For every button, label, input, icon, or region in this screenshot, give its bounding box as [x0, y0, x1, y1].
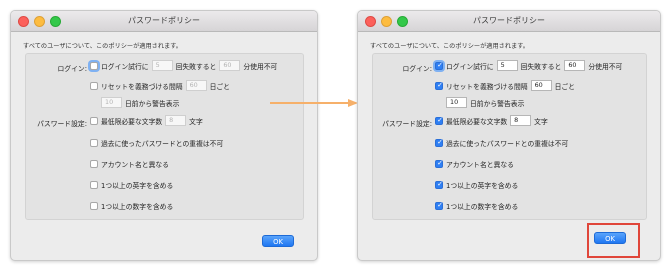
title-bar: パスワードポリシー — [11, 11, 317, 32]
login-fail-text: 回失敗すると — [520, 62, 562, 71]
ok-button[interactable]: OK — [262, 235, 294, 247]
one-digit-row: 1つ以上の数字を含める — [90, 201, 173, 211]
login-label: ログイン: — [57, 65, 87, 73]
no-reuse-row: 過去に使ったパスワードとの重複は不可 — [90, 138, 223, 148]
differ-account-checkbox[interactable] — [90, 160, 98, 168]
reset-interval-field[interactable]: 60 — [530, 80, 552, 91]
warning-days-field[interactable]: 10 — [101, 97, 122, 108]
no-reuse-row: 過去に使ったパスワードとの重複は不可 — [435, 138, 568, 148]
warning-row: 10 日前から警告表示 — [446, 97, 524, 108]
min-length-text: 最低限必要な文字数 — [446, 117, 508, 126]
reset-interval-row: リセットを義務づける間隔 60 日ごと — [435, 80, 575, 91]
reset-interval-text: リセットを義務づける間隔 — [446, 82, 528, 91]
differ-account-checkbox[interactable] — [435, 159, 444, 168]
reset-interval-checkbox[interactable] — [90, 81, 98, 90]
reset-interval-checkbox[interactable] — [435, 81, 444, 90]
no-reuse-text: 過去に使ったパスワードとの重複は不可 — [446, 140, 569, 148]
min-length-unit: 文字 — [534, 117, 548, 126]
policy-note: すべてのユーザについて、このポリシーが適用されます。 — [370, 43, 529, 50]
min-length-field[interactable]: 8 — [165, 115, 187, 126]
login-attempts-field[interactable]: 5 — [151, 60, 173, 71]
no-reuse-text: 過去に使ったパスワードとの重複は不可 — [101, 140, 224, 148]
login-attempts-row: ログイン試行に 5 回失敗すると 60 分使用不可 — [435, 60, 622, 71]
password-settings-label: パスワード設定: — [382, 120, 432, 128]
differ-account-text: アカウント名と異なる — [101, 161, 169, 169]
reset-interval-row: リセットを義務づける間隔 60 日ごと — [90, 80, 230, 91]
dialog-title: パスワードポリシー — [128, 16, 200, 25]
policy-panel: ログイン: ログイン試行に 5 回失敗すると 60 分使用不可 リセットを義務づ… — [25, 53, 304, 220]
differ-account-row: アカウント名と異なる — [435, 159, 514, 169]
no-reuse-checkbox[interactable] — [90, 139, 98, 147]
warning-row: 10 日前から警告表示 — [101, 97, 179, 108]
dialog-title: パスワードポリシー — [473, 16, 545, 25]
reset-interval-field[interactable]: 60 — [185, 80, 207, 91]
reset-interval-unit: 日ごと — [209, 82, 230, 91]
warning-days-text: 日前から警告表示 — [125, 99, 180, 108]
login-attempts-text: ログイン試行に — [101, 62, 149, 71]
login-label: ログイン: — [402, 65, 432, 73]
login-lock-text: 分使用不可 — [243, 62, 278, 71]
ok-button-highlight — [587, 223, 640, 258]
min-length-checkbox[interactable] — [435, 116, 444, 125]
login-attempts-text: ログイン試行に — [446, 62, 494, 71]
min-length-text: 最低限必要な文字数 — [101, 117, 163, 126]
one-letter-checkbox[interactable] — [435, 180, 444, 189]
one-letter-text: 1つ以上の英字を含める — [446, 182, 519, 190]
warning-days-field[interactable]: 10 — [446, 97, 467, 108]
one-digit-checkbox[interactable] — [435, 201, 444, 210]
login-lock-field[interactable]: 60 — [564, 60, 586, 71]
warning-days-text: 日前から警告表示 — [470, 99, 525, 108]
login-fail-text: 回失敗すると — [175, 62, 217, 71]
login-attempts-row: ログイン試行に 5 回失敗すると 60 分使用不可 — [90, 60, 277, 71]
min-length-row: 最低限必要な文字数 8 文字 — [435, 115, 548, 126]
min-length-unit: 文字 — [189, 117, 203, 126]
one-letter-text: 1つ以上の英字を含める — [101, 182, 174, 190]
no-reuse-checkbox[interactable] — [435, 138, 444, 147]
policy-panel: ログイン: ログイン試行に 5 回失敗すると 60 分使用不可 リセットを義務づ… — [372, 53, 647, 220]
password-settings-label: パスワード設定: — [37, 120, 87, 128]
one-letter-row: 1つ以上の英字を含める — [435, 180, 518, 190]
min-length-field[interactable]: 8 — [510, 115, 532, 126]
one-letter-row: 1つ以上の英字を含める — [90, 180, 173, 190]
title-bar: パスワードポリシー — [358, 11, 660, 32]
one-digit-text: 1つ以上の数字を含める — [446, 203, 519, 211]
login-attempts-checkbox[interactable] — [435, 61, 444, 70]
login-attempts-checkbox[interactable] — [90, 61, 98, 70]
login-lock-text: 分使用不可 — [588, 62, 623, 71]
one-digit-row: 1つ以上の数字を含める — [435, 201, 518, 211]
login-lock-field[interactable]: 60 — [219, 60, 241, 71]
policy-note: すべてのユーザについて、このポリシーが適用されます。 — [23, 43, 182, 50]
min-length-checkbox[interactable] — [90, 116, 98, 125]
password-policy-dialog-before: パスワードポリシー すべてのユーザについて、このポリシーが適用されます。 ログイ… — [10, 10, 318, 261]
one-digit-text: 1つ以上の数字を含める — [101, 203, 174, 211]
differ-account-row: アカウント名と異なる — [90, 159, 169, 169]
arrow-right-icon — [270, 99, 358, 107]
reset-interval-text: リセットを義務づける間隔 — [101, 82, 183, 91]
one-digit-checkbox[interactable] — [90, 202, 98, 210]
reset-interval-unit: 日ごと — [554, 82, 575, 91]
login-attempts-field[interactable]: 5 — [496, 60, 518, 71]
one-letter-checkbox[interactable] — [90, 181, 98, 189]
differ-account-text: アカウント名と異なる — [446, 161, 514, 169]
min-length-row: 最低限必要な文字数 8 文字 — [90, 115, 203, 126]
